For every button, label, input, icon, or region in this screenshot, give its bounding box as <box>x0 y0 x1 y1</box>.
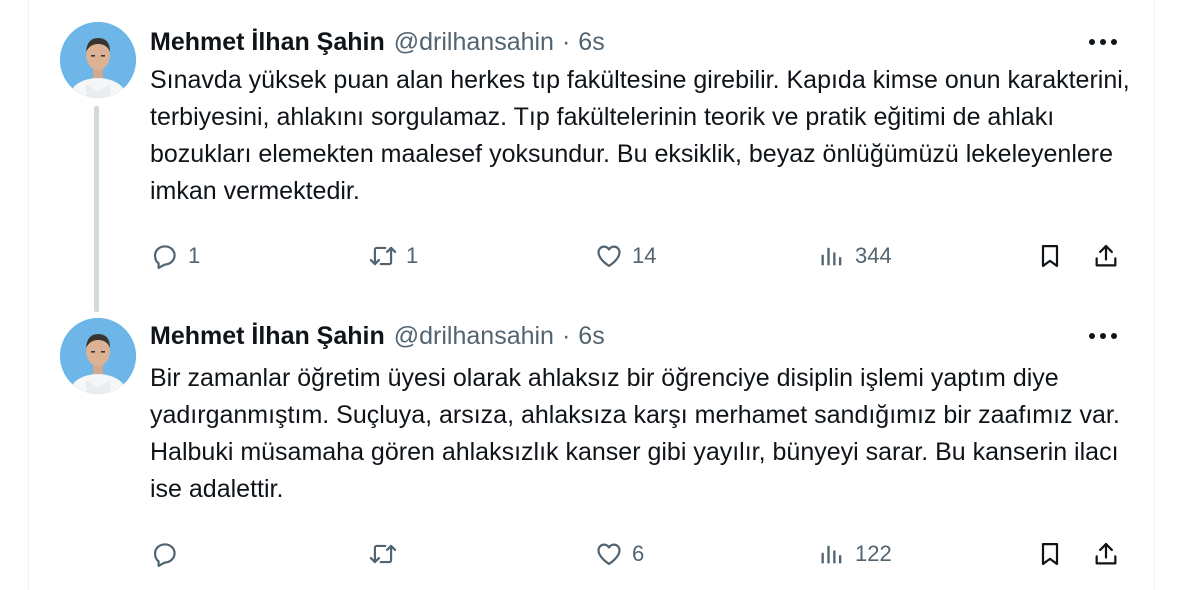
author-name[interactable]: Mehmet İlhan Şahin <box>150 322 385 351</box>
share-button[interactable] <box>1091 236 1121 276</box>
share-button[interactable] <box>1091 534 1121 574</box>
retweet-icon <box>368 539 398 569</box>
like-button[interactable]: 14 <box>594 236 656 276</box>
like-count: 14 <box>632 243 657 268</box>
avatar[interactable] <box>60 318 136 394</box>
views-button[interactable]: 344 <box>817 236 892 276</box>
more-icon <box>1088 33 1118 51</box>
views-count: 344 <box>855 243 892 268</box>
author-handle[interactable]: @drilhansahin <box>394 322 554 351</box>
tweet[interactable]: Mehmet İlhan Şahin @drilhansahin · 6s Sı… <box>29 0 1154 312</box>
tweet-text: Sınavda yüksek puan alan herkes tıp fakü… <box>150 66 1130 205</box>
more-options-button[interactable] <box>1086 28 1120 56</box>
more-icon <box>1088 327 1118 345</box>
like-button[interactable]: 6 <box>594 534 644 574</box>
retweet-count: 1 <box>406 243 419 268</box>
separator-dot: · <box>561 27 571 56</box>
views-button[interactable]: 122 <box>817 534 892 574</box>
bookmark-icon <box>1035 241 1065 271</box>
more-options-button[interactable] <box>1086 322 1120 350</box>
author-handle[interactable]: @drilhansahin <box>394 28 554 57</box>
reply-icon <box>150 539 180 569</box>
views-icon <box>817 241 847 271</box>
avatar[interactable] <box>60 22 136 98</box>
views-icon <box>817 539 847 569</box>
tweet-timestamp[interactable]: 6s <box>578 28 604 57</box>
retweet-button[interactable] <box>368 534 406 574</box>
bookmark-icon <box>1035 539 1065 569</box>
tweet[interactable]: Mehmet İlhan Şahin @drilhansahin · 6s Bi… <box>29 296 1154 590</box>
tweet-timestamp[interactable]: 6s <box>578 322 604 351</box>
retweet-button[interactable]: 1 <box>368 236 418 276</box>
action-bar: 1 1 14 344 <box>150 236 1140 276</box>
tweet-text: Bir zamanlar öğretim üyesi olarak ahlaks… <box>150 364 1120 503</box>
bookmark-button[interactable] <box>1035 236 1065 276</box>
retweet-icon <box>368 241 398 271</box>
separator-dot: · <box>561 321 571 350</box>
like-count: 6 <box>632 541 645 566</box>
reply-button[interactable] <box>150 534 188 574</box>
share-icon <box>1091 241 1121 271</box>
tweet-header: Mehmet İlhan Şahin @drilhansahin · 6s <box>150 26 605 58</box>
heart-icon <box>594 241 624 271</box>
timeline: Mehmet İlhan Şahin @drilhansahin · 6s Sı… <box>28 0 1155 590</box>
thread-connector <box>94 106 99 312</box>
share-icon <box>1091 539 1121 569</box>
tweet-header: Mehmet İlhan Şahin @drilhansahin · 6s <box>150 320 605 352</box>
bookmark-button[interactable] <box>1035 534 1065 574</box>
reply-button[interactable]: 1 <box>150 236 200 276</box>
author-name[interactable]: Mehmet İlhan Şahin <box>150 28 385 57</box>
views-count: 122 <box>855 541 892 566</box>
reply-count: 1 <box>188 243 201 268</box>
action-bar: 6 122 <box>150 534 1140 574</box>
heart-icon <box>594 539 624 569</box>
reply-icon <box>150 241 180 271</box>
